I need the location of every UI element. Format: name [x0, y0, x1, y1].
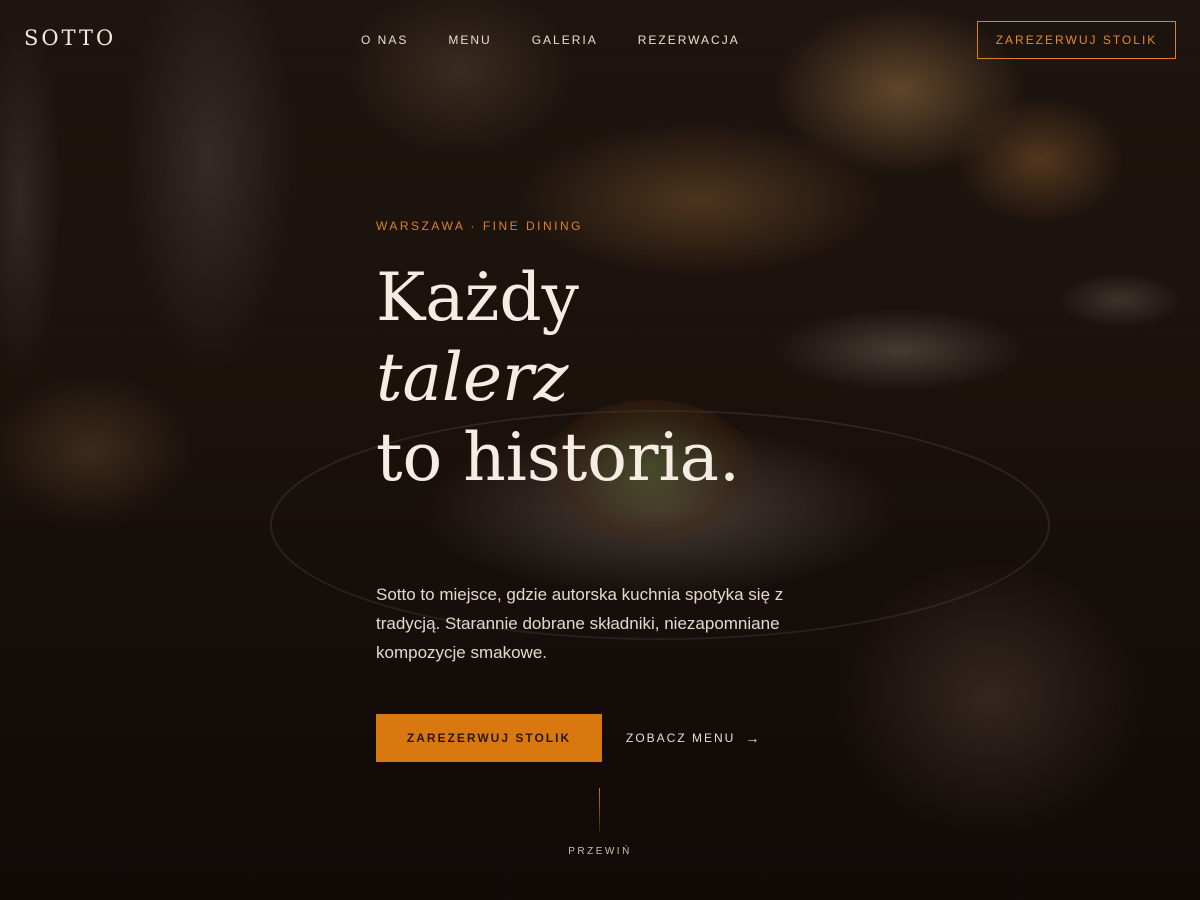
top-navigation: SOTTO O NAS MENU GALERIA REZERWACJA ZARE… [0, 0, 1200, 80]
nav-link-rezerwacja[interactable]: REZERWACJA [638, 33, 740, 47]
brand-logo[interactable]: SOTTO [24, 26, 116, 50]
nav-link-galeria[interactable]: GALERIA [532, 33, 598, 47]
nav-links: O NAS MENU GALERIA REZERWACJA [361, 33, 740, 47]
nav-link-menu[interactable]: MENU [448, 33, 491, 47]
reserve-table-button[interactable]: ZAREZERWUJ STOLIK [376, 714, 602, 762]
hero-headline: Każdy talerz to historia. [376, 258, 896, 498]
hero-description: Sotto to miejsce, gdzie autorska kuchnia… [376, 585, 784, 662]
scroll-indicator-label[interactable]: PRZEWIŃ [540, 846, 660, 857]
headline-line-1: Każdy [376, 259, 579, 336]
reserve-table-nav-button[interactable]: ZAREZERWUJ STOLIK [977, 21, 1176, 59]
arrow-right-icon: → [745, 730, 762, 746]
see-menu-link[interactable]: ZOBACZ MENU → [626, 729, 761, 747]
headline-line-3: to historia. [376, 419, 740, 496]
scroll-indicator-line [599, 788, 600, 832]
hero-eyebrow: WARSZAWA · FINE DINING [376, 219, 583, 233]
headline-line-2: talerz [376, 339, 569, 416]
nav-link-o-nas[interactable]: O NAS [361, 33, 408, 47]
see-menu-label: ZOBACZ MENU [626, 731, 736, 745]
